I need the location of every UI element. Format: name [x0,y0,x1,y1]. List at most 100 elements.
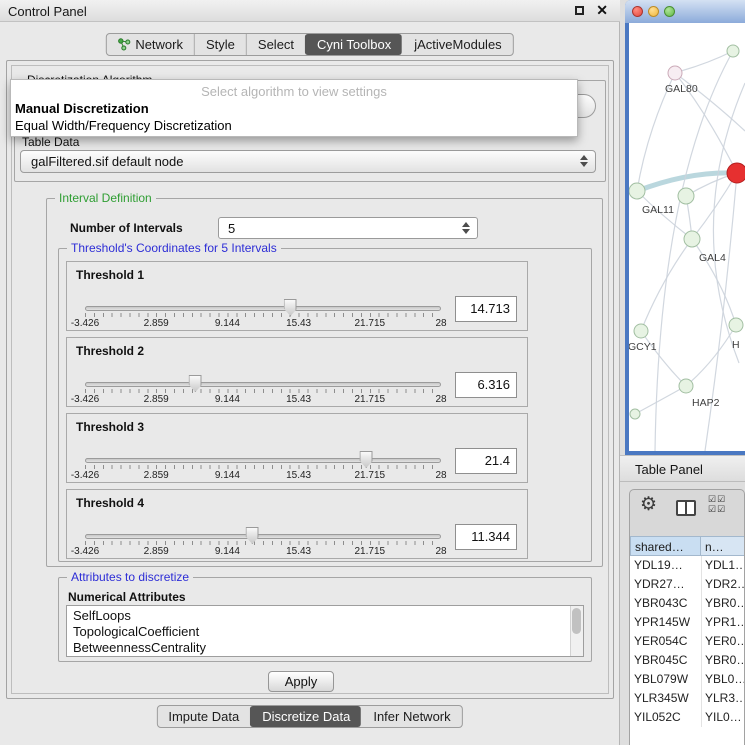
threshold-slider[interactable]: -3.4262.8599.14415.4321.71528 [85,450,441,482]
table-cell-name[interactable]: YER0… [705,632,745,648]
network-node[interactable] [630,409,640,419]
table-cell-name[interactable]: YLR3… [705,689,745,705]
dropdown-option-manual-discretization[interactable]: Manual Discretization [15,101,149,116]
zoom-traffic-light-icon[interactable] [664,6,675,17]
network-node[interactable] [679,379,693,393]
table-cell-shared-name[interactable]: YDL19… [634,556,700,572]
threshold-value-field[interactable]: 21.4 [455,448,517,474]
number-of-intervals-value: 5 [228,221,235,236]
threshold-slider[interactable]: -3.4262.8599.14415.4321.71528 [85,298,441,330]
scale-label: 15.43 [286,318,311,329]
tab-jactivemodules[interactable]: jActiveModules [402,34,512,55]
column-divider [701,708,702,727]
table-cell-name[interactable]: YBL0… [705,670,745,686]
scale-label: 2.859 [144,318,169,329]
network-window-titlebar[interactable] [625,0,745,23]
threshold-value-field[interactable]: 6.316 [455,372,517,398]
network-node-label: H [732,339,740,351]
table-cell-shared-name[interactable]: YBL079W [634,670,700,686]
network-node[interactable] [678,188,694,204]
spinner-arrows-icon[interactable] [462,222,470,234]
tab-select[interactable]: Select [246,34,305,55]
table-rows[interactable]: YDL19… YDL1… YDR27… YDR2… YBR043C YBR0… YPR145… [630,556,745,745]
threshold-panel: Threshold 1-3.4262.8599.14415.4321.71528… [66,261,528,331]
attribute-list-item[interactable]: TopologicalCoefficient [67,624,570,640]
table-row[interactable]: YER054C YER0… [630,632,745,651]
columns-icon[interactable] [676,500,696,516]
slider-scale: -3.4262.8599.14415.4321.71528 [85,546,441,558]
tab-discretize-data[interactable]: Discretize Data [250,706,361,727]
table-row[interactable]: YDR27… YDR2… [630,575,745,594]
network-node-label: GCY1 [629,341,657,353]
network-view-window[interactable]: GAL80GAL11GAL4GCY1HHAP2 [625,0,745,455]
table-data-combobox[interactable]: galFiltered.sif default node [20,150,596,173]
scale-label: 21.715 [355,470,386,481]
table-cell-shared-name[interactable]: YIL052C [634,708,700,724]
threshold-value-field[interactable]: 14.713 [455,296,517,322]
network-node[interactable] [668,66,682,80]
table-row[interactable]: YLR345W YLR3… [630,689,745,708]
network-graph: GAL80GAL11GAL4GCY1HHAP2 [629,23,745,451]
network-node[interactable] [634,324,648,338]
table-cell-shared-name[interactable]: YDR27… [634,575,700,591]
select-columns-checkboxes-icon[interactable]: ☑☑☑☑ [708,494,726,514]
attribute-list-item[interactable]: SelfLoops [67,608,570,624]
threshold-slider[interactable]: -3.4262.8599.14415.4321.71528 [85,526,441,558]
column-header-shared[interactable]: shared… [630,536,701,556]
tab-infer-network[interactable]: Infer Network [361,706,461,727]
table-row[interactable]: YBR045C YBR0… [630,651,745,670]
table-cell-shared-name[interactable]: YER054C [634,632,700,648]
table-cell-name[interactable]: YDR2… [705,575,745,591]
gear-icon[interactable]: ⚙ [640,495,657,514]
network-node[interactable] [729,318,743,332]
threshold-slider[interactable]: -3.4262.8599.14415.4321.71528 [85,374,441,406]
close-traffic-light-icon[interactable] [632,6,643,17]
table-row[interactable]: YIL052C YIL0… [630,708,745,727]
table-cell-name[interactable]: YIL0… [705,708,745,724]
slider-track[interactable] [85,458,441,463]
apply-button[interactable]: Apply [268,671,334,692]
attribute-list-item[interactable]: BetweennessCentrality [67,640,570,656]
number-of-intervals-spinner[interactable]: 5 [218,217,478,239]
column-divider [701,689,702,708]
table-row[interactable]: YBR043C YBR0… [630,594,745,613]
table-cell-shared-name[interactable]: YPR145W [634,613,700,629]
close-icon[interactable]: ✕ [596,2,608,19]
table-cell-name[interactable]: YDL1… [705,556,745,572]
float-window-icon[interactable] [575,6,584,15]
table-cell-name[interactable]: YBR0… [705,594,745,610]
column-header-name[interactable]: n… [701,536,745,556]
dropdown-option-equal-width-frequency[interactable]: Equal Width/Frequency Discretization [15,118,232,133]
numerical-attributes-list[interactable]: SelfLoopsTopologicalCoefficientBetweenne… [66,605,584,657]
network-node[interactable] [727,163,745,183]
slider-track[interactable] [85,306,441,311]
number-of-intervals-label: Number of Intervals [70,221,183,235]
tab-style[interactable]: Style [194,34,246,55]
table-row[interactable]: YPR145W YPR1… [630,613,745,632]
table-panel-window: ⚙ ☑☑☑☑ shared… n… YDL19… YDL1… YDR27… YDR2…… [629,489,745,745]
network-canvas[interactable]: GAL80GAL11GAL4GCY1HHAP2 [629,23,745,451]
tab-cyni-toolbox[interactable]: Cyni Toolbox [305,34,402,55]
column-divider [701,594,702,613]
scale-label: 9.144 [215,394,240,405]
tab-impute-data[interactable]: Impute Data [157,706,250,727]
table-cell-shared-name[interactable]: YBR043C [634,594,700,610]
table-cell-name[interactable]: YBR0… [705,651,745,667]
network-node[interactable] [629,183,645,199]
network-node[interactable] [727,45,739,57]
threshold-value-field[interactable]: 11.344 [455,524,517,550]
table-row[interactable]: YDL19… YDL1… [630,556,745,575]
table-row[interactable]: YBL079W YBL0… [630,670,745,689]
table-cell-name[interactable]: YPR1… [705,613,745,629]
network-node[interactable] [684,231,700,247]
tab-infer-network-label: Infer Network [373,709,450,724]
tab-network[interactable]: Network [106,34,194,55]
scale-label: 9.144 [215,318,240,329]
list-scrollbar[interactable] [570,606,583,656]
slider-track[interactable] [85,534,441,539]
table-cell-shared-name[interactable]: YLR345W [634,689,700,705]
minimize-traffic-light-icon[interactable] [648,6,659,17]
list-scrollbar-thumb[interactable] [572,608,581,634]
slider-track[interactable] [85,382,441,387]
table-cell-shared-name[interactable]: YBR045C [634,651,700,667]
